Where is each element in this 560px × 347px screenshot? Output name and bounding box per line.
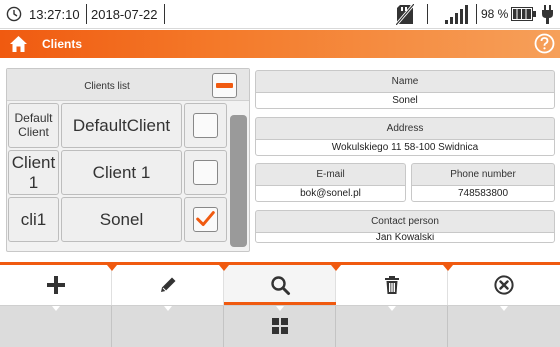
search-button[interactable] [224,265,336,305]
sd-card-missing-icon [396,4,414,25]
toolbar-notch [331,265,341,271]
checkmark-icon [196,211,215,227]
email-label: E-mail [255,163,406,185]
select-all-checkbox[interactable] [212,73,237,98]
name-field[interactable]: Sonel [255,92,555,109]
client-row[interactable]: Client 1 Client 1 [8,150,227,195]
segment-notch [164,306,172,311]
edit-icon [161,277,176,292]
client-checkbox[interactable] [193,160,218,185]
client-row[interactable]: cli1 Sonel [8,197,227,242]
edit-button[interactable] [112,265,224,305]
status-bar: 13:27:10 2018-07-22 98 % [0,0,560,29]
toolbar-notch [443,265,453,271]
status-date: 2018-07-22 [91,7,158,22]
contact-person-field[interactable]: Jan Kowalski [255,232,555,243]
delete-button[interactable] [336,265,448,305]
email-field[interactable]: bok@sonel.pl [255,185,406,202]
client-short-name-line: Default [14,110,53,125]
phone-label: Phone number [411,163,555,185]
phone-field[interactable]: 748583800 [411,185,555,202]
clients-list-panel: Clients list Default Client DefaultClien… [6,68,250,252]
client-short-name[interactable]: Default Client [8,103,59,148]
scrollbar-thumb[interactable] [230,115,247,247]
search-icon [271,276,290,295]
segment-notch [388,306,396,311]
address-field[interactable]: Wokulskiego 11 58-100 Swidnica [255,139,555,156]
bottom-bar-segment [112,306,224,347]
client-name[interactable]: Sonel [61,197,182,242]
client-short-name-line: Client [18,124,49,139]
name-label: Name [255,70,555,92]
client-name[interactable]: Client 1 [61,150,182,195]
status-divider [476,4,477,24]
delete-icon [385,276,399,294]
status-divider [164,4,165,24]
clients-list-header: Clients list [7,69,249,101]
address-label: Address [255,117,555,139]
add-icon [47,276,65,294]
power-plug-icon [542,5,553,24]
client-short-name[interactable]: Client 1 [8,150,59,195]
action-toolbar [0,265,560,305]
add-button[interactable] [0,265,112,305]
clients-list-title: Clients list [84,81,130,92]
client-checkbox[interactable] [193,113,218,138]
contact-person-label: Contact person [255,210,555,232]
client-short-name-line: 1 [28,172,39,192]
bottom-bar-segment [336,306,448,347]
battery-percent: 98 % [481,7,509,21]
toolbar-notch [219,265,229,271]
apps-grid-icon[interactable] [272,318,288,334]
bottom-bar-segment [0,306,112,347]
bottom-bar-segment [448,306,560,347]
segment-notch [500,306,508,311]
client-name[interactable]: DefaultClient [61,103,182,148]
clock-icon [6,6,22,22]
clients-list-scrollbar[interactable] [230,115,247,247]
battery-icon [511,7,536,21]
client-check-cell[interactable] [184,150,227,195]
partial-selection-indicator [216,83,233,88]
status-divider [86,4,87,24]
help-icon[interactable] [534,33,555,54]
status-divider [427,4,428,24]
page-title: Clients [42,37,83,51]
client-row[interactable]: Default Client DefaultClient [8,103,227,148]
signal-strength-icon [445,5,468,24]
bottom-navigation-bar [0,305,560,347]
close-icon [494,275,514,295]
segment-notch [52,306,60,311]
client-check-cell[interactable] [184,103,227,148]
title-bar: Clients [0,30,560,58]
client-checkbox-checked[interactable] [193,207,218,232]
client-check-cell[interactable] [184,197,227,242]
toolbar-notch [107,265,117,271]
client-short-name-line: cli1 [20,209,47,229]
segment-notch [276,306,284,311]
status-time: 13:27:10 [29,7,80,22]
close-button[interactable] [448,265,560,305]
home-icon[interactable] [9,35,28,53]
client-short-name[interactable]: cli1 [8,197,59,242]
client-short-name-line: Client [11,152,56,172]
